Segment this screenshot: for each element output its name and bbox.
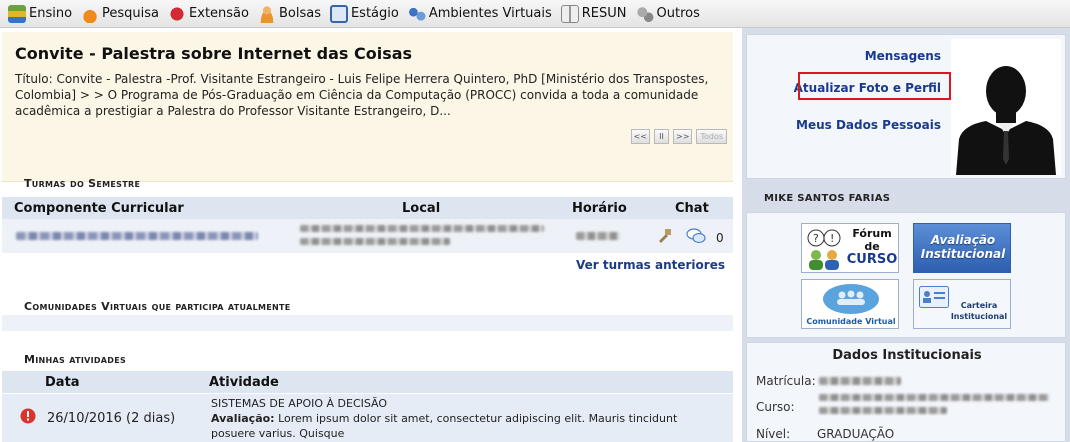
activity-date: 26/10/2016 (2 dias) [47,411,176,426]
messages-link[interactable]: Mensagens [865,49,941,63]
heart-gift-icon [168,4,187,23]
forum-line3: CURSO [846,252,898,267]
table-row: 0 [2,219,733,253]
id-card-icon [329,4,348,23]
col-horario: Horário [572,201,627,216]
nivel-value: GRADUAÇÃO [817,427,895,441]
institutional-data-panel: Dados Institucionais Matrícula: Curso: N… [746,342,1066,442]
chat-bubbles-icon[interactable] [686,228,706,244]
pager-all-button[interactable]: Todos [696,129,727,144]
top-menu-bar: Ensino Pesquisa Extensão Bolsas Estágio … [0,0,1070,28]
activity-course: SISTEMAS DE APOIO À DECISÃO [211,397,388,410]
curso-value-redacted [819,407,947,414]
notice-panel: Convite - Palestra sobre Internet das Co… [2,32,733,182]
pager-previous-button[interactable]: << [630,129,651,144]
pager-next-button[interactable]: >> [673,129,693,144]
menu-pesquisa[interactable]: Pesquisa [81,4,159,23]
menu-outros[interactable]: Outros [635,4,700,23]
notice-body: Título: Convite - Palestra -Prof. Visita… [15,72,709,118]
flask-icon [81,4,100,23]
menu-estagio[interactable]: Estágio [329,4,399,23]
col-chat: Chat [675,201,709,216]
menu-resun[interactable]: RESUN [560,4,627,23]
person-icon [257,4,276,23]
avaliacao-institucional-button[interactable]: Avaliação Institucional [913,223,1011,273]
forum-line1: Fórum [852,227,892,240]
books-icon [8,4,26,23]
comunidade-virtual-button[interactable]: Comunidade Virtual [801,279,899,329]
pager-pause-button[interactable]: II [654,129,670,144]
svg-text:?: ? [813,232,819,245]
sidebar: Mensagens Atualizar Foto e Perfil Meus D… [742,28,1070,442]
col-local: Local [402,201,441,216]
turmas-table-header: Componente Curricular Local Horário Chat [2,197,733,219]
avaliacao-line2: Institucional [920,247,1006,261]
personal-data-link[interactable]: Meus Dados Pessoais [796,118,941,132]
horario-redacted [576,232,620,240]
table-row: 26/10/2016 (2 dias) SISTEMAS DE APOIO À … [2,394,733,442]
col-data: Data [45,375,80,390]
network-icon [407,4,426,23]
cogs-icon [635,4,654,23]
tools-icon[interactable] [656,228,672,244]
local-redacted [300,238,450,245]
user-name: MIKE SANTOS FARIAS [764,193,891,204]
col-atividade: Atividade [209,375,279,390]
alert-icon [20,408,36,424]
main-column: Convite - Palestra sobre Internet das Co… [0,28,735,442]
activity-details[interactable]: SISTEMAS DE APOIO À DECISÃO Avaliação: L… [211,396,691,441]
carteira-line2: Institucional [950,312,1008,321]
local-redacted [300,225,544,232]
menu-ensino[interactable]: Ensino [8,4,72,23]
institutional-data-title: Dados Institucionais [832,348,982,363]
activity-description: Lorem ipsum dolor sit amet, consectetur … [211,412,678,440]
course-name-redacted[interactable] [16,232,258,240]
atividades-section-title: Minhas atividades [24,353,127,366]
avatar[interactable] [951,39,1061,175]
comunidades-section-title: Comunidades Virtuais que participa atual… [24,300,291,313]
nivel-label: Nível: [756,427,791,441]
matricula-label: Matrícula: [756,374,816,388]
menu-extensao[interactable]: Extensão [168,4,249,23]
curso-value-redacted [819,394,1049,401]
svg-text:!: ! [830,232,834,245]
avaliacao-line1: Avaliação [930,233,996,247]
forum-curso-button[interactable]: ? ! Fórum de CURSO [801,223,899,273]
carteira-institucional-button[interactable]: Carteira Institucional [913,279,1011,329]
matricula-value-redacted [819,377,901,385]
turmas-section-title: Turmas do Semestre [24,177,141,190]
book-open-icon [560,4,579,23]
user-name-bar: MIKE SANTOS FARIAS [746,188,1066,210]
carteira-line1: Carteira [960,301,998,310]
menu-bolsas[interactable]: Bolsas [257,4,321,23]
forum-people-icon: ? ! [807,229,841,270]
atividades-table-header: Data Atividade [2,371,733,393]
comunidade-label: Comunidade Virtual [806,317,896,326]
highlight-box [798,72,951,100]
community-people-icon [823,284,879,314]
notice-title[interactable]: Convite - Palestra sobre Internet das Co… [15,44,412,63]
id-card-icon [919,286,949,308]
col-componente: Componente Curricular [14,201,184,216]
comunidades-list [2,315,733,331]
menu-ambientes-virtuais[interactable]: Ambientes Virtuais [407,4,552,23]
activity-type: Avaliação: [211,412,275,425]
notice-pager: << II >> Todos [630,129,727,144]
profile-panel: Mensagens Atualizar Foto e Perfil Meus D… [746,34,1066,179]
shortcuts-panel: ? ! Fórum de CURSO Avaliação Institucion… [746,212,1066,338]
older-classes-link[interactable]: Ver turmas anteriores [576,258,725,272]
curso-label: Curso: [756,400,795,414]
avatar-silhouette-icon [956,66,1056,175]
chat-count: 0 [716,231,724,245]
